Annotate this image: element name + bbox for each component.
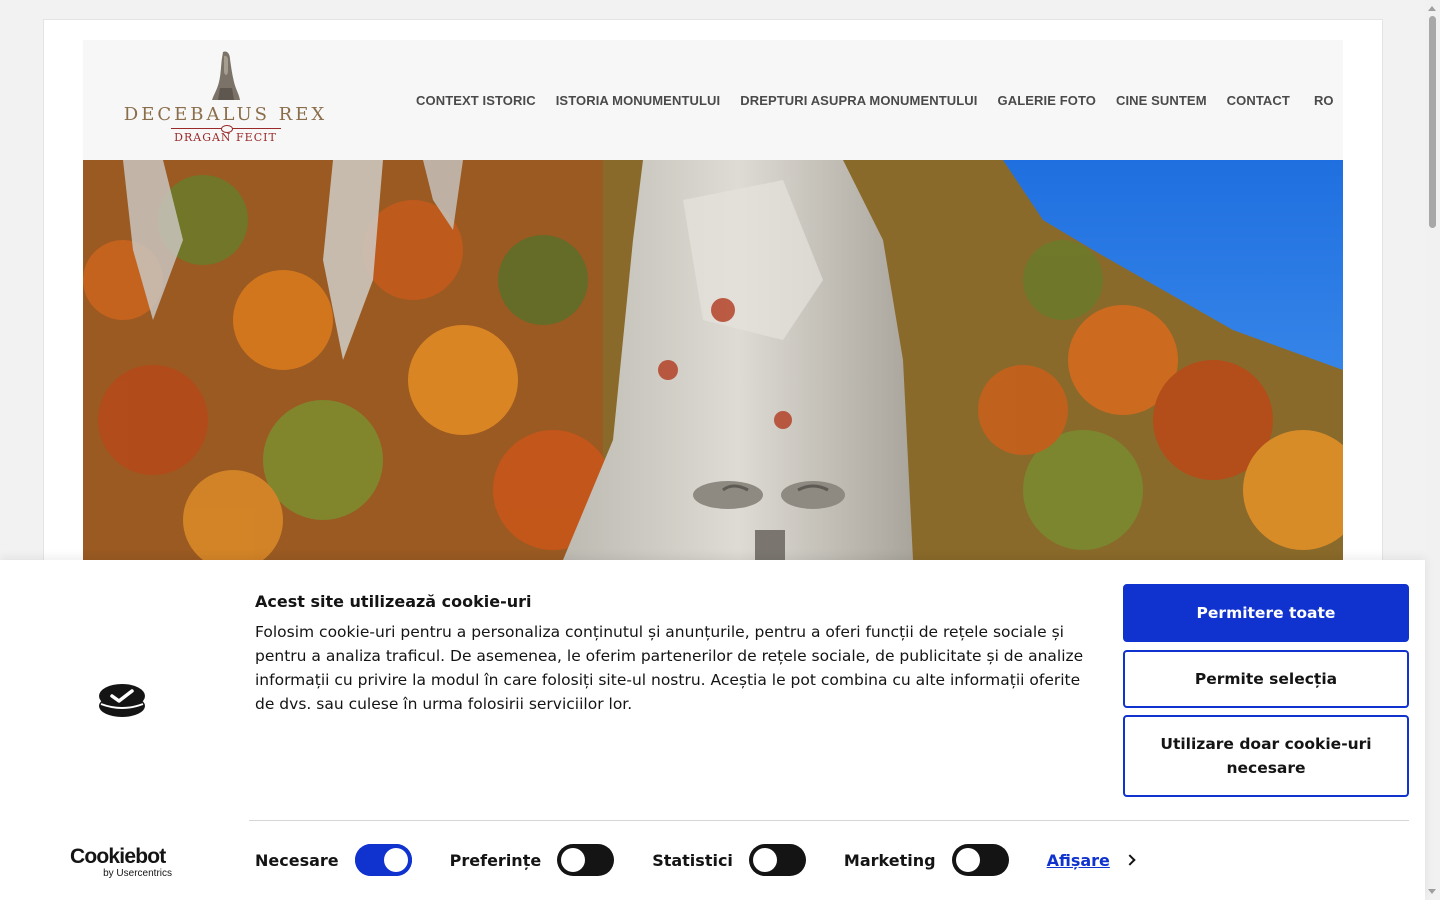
site-header: DECEBALUS REX DRAGAN FECIT CONTEXT ISTOR… bbox=[83, 40, 1343, 160]
cookie-category-toggles: Necesare Preferințe Statistici Marketing… bbox=[255, 844, 1136, 876]
nav-cine-suntem[interactable]: CINE SUNTEM bbox=[1116, 93, 1207, 108]
site-logo[interactable]: DECEBALUS REX DRAGAN FECIT bbox=[123, 50, 328, 150]
toggle-knob bbox=[752, 848, 777, 872]
cookiebot-wordmark: Cookiebot bbox=[70, 845, 166, 868]
toggle-knob bbox=[955, 848, 980, 872]
toggle-group-marketing: Marketing bbox=[844, 844, 1009, 876]
toggle-group-necesare: Necesare bbox=[255, 844, 412, 876]
logo-ornament bbox=[170, 125, 281, 133]
chevron-right-icon bbox=[1124, 854, 1136, 866]
toggle-preferinte[interactable] bbox=[557, 844, 615, 876]
toggle-label-statistici: Statistici bbox=[652, 850, 733, 870]
toggle-knob bbox=[561, 848, 586, 872]
nav-galerie-foto[interactable]: GALERIE FOTO bbox=[998, 93, 1096, 108]
scroll-up-arrow-icon[interactable] bbox=[1428, 6, 1436, 11]
cookie-stack-icon bbox=[99, 684, 145, 717]
toggle-group-preferinte: Preferințe bbox=[450, 844, 615, 876]
toggle-label-preferinte: Preferințe bbox=[449, 850, 542, 870]
logo-title: DECEBALUS REX bbox=[123, 104, 328, 125]
toggle-necesare[interactable] bbox=[354, 844, 412, 876]
toggle-marketing[interactable] bbox=[951, 844, 1009, 876]
nav-contact[interactable]: CONTACT bbox=[1227, 93, 1290, 108]
language-switcher[interactable]: RO bbox=[1314, 93, 1334, 108]
cookie-banner-description: Folosim cookie-uri pentru a personaliza … bbox=[255, 623, 1084, 713]
allow-all-cookies-button[interactable]: Permitere toate bbox=[1123, 584, 1409, 642]
allow-selection-button[interactable]: Permite selecția bbox=[1123, 650, 1409, 708]
cookie-consent-banner: Acest site utilizează cookie-uri Folosim… bbox=[0, 560, 1425, 900]
hero-image bbox=[83, 160, 1343, 560]
nav-context-istoric[interactable]: CONTEXT ISTORIC bbox=[416, 93, 536, 108]
statue-icon bbox=[211, 51, 240, 100]
nav-istoria-monumentului[interactable]: ISTORIA MONUMENTULUI bbox=[556, 93, 721, 108]
scrollbar-thumb[interactable] bbox=[1429, 16, 1436, 228]
nav-drepturi-asupra-monumentului[interactable]: DREPTURI ASUPRA MONUMENTULUI bbox=[740, 93, 977, 108]
cookie-banner-title: Acest site utilizează cookie-uri bbox=[255, 592, 532, 611]
cookie-banner-divider bbox=[249, 820, 1409, 821]
toggle-label-necesare: Necesare bbox=[255, 850, 339, 870]
show-details-label: Afișare bbox=[1046, 850, 1110, 870]
toggle-knob bbox=[383, 848, 408, 872]
toggle-statistici[interactable] bbox=[748, 844, 806, 876]
cookiebot-logo[interactable]: Cookiebot by Usercentrics bbox=[70, 846, 174, 880]
show-details-link[interactable]: Afișare bbox=[1046, 850, 1136, 870]
toggle-group-statistici: Statistici bbox=[652, 844, 806, 876]
decebalus-rock-sculpture-image bbox=[83, 160, 1343, 560]
toggle-label-marketing: Marketing bbox=[843, 850, 936, 870]
page-scrollbar[interactable] bbox=[1425, 0, 1440, 900]
cookiebot-byline: by Usercentrics bbox=[103, 868, 172, 879]
scroll-down-arrow-icon[interactable] bbox=[1428, 889, 1436, 894]
main-navigation: CONTEXT ISTORIC ISTORIA MONUMENTULUI DRE… bbox=[416, 40, 1334, 160]
necessary-cookies-only-button[interactable]: Utilizare doar cookie-uri necesare bbox=[1123, 715, 1409, 797]
